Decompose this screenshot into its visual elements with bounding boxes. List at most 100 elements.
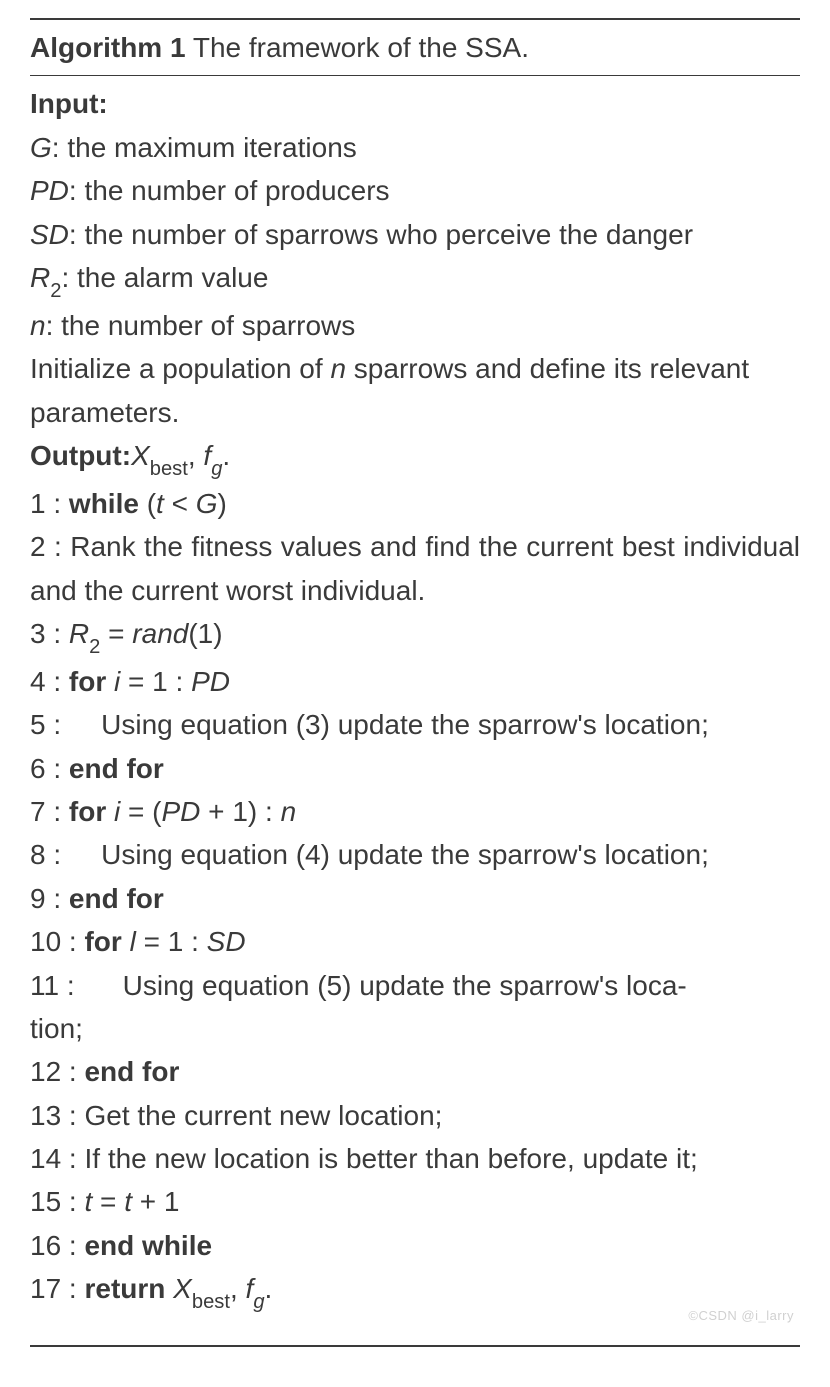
var-n: n bbox=[281, 796, 297, 827]
var-G: G bbox=[196, 488, 218, 519]
output-heading: Output: bbox=[30, 440, 131, 471]
kw-for: for bbox=[69, 666, 106, 697]
param-R2: R2: the alarm value bbox=[30, 256, 800, 304]
var-R: R bbox=[69, 618, 89, 649]
init-text-c: parameters. bbox=[30, 397, 179, 428]
sp bbox=[106, 796, 114, 827]
step-num: 5 : bbox=[30, 709, 61, 740]
step-num: 4 : bbox=[30, 666, 69, 697]
param-sym: n bbox=[30, 310, 46, 341]
step-16: 16 : end while bbox=[30, 1224, 800, 1267]
kw-endfor: end for bbox=[69, 883, 164, 914]
output-line: Output:Xbest, fg. bbox=[30, 434, 800, 482]
step-4: 4 : for i = 1 : PD bbox=[30, 660, 800, 703]
period: . bbox=[265, 1273, 273, 1304]
var-PD: PD bbox=[162, 796, 201, 827]
step-13: 13 : Get the current new location; bbox=[30, 1094, 800, 1137]
output-period: . bbox=[222, 440, 230, 471]
algorithm-block: Algorithm 1 The framework of the SSA. In… bbox=[0, 0, 830, 1387]
op-eq: = 1 : bbox=[136, 926, 207, 957]
param-G: G: the maximum iterations bbox=[30, 126, 800, 169]
paren-close: ) bbox=[218, 488, 227, 519]
var-t: t bbox=[156, 488, 164, 519]
step-11b: tion; bbox=[30, 1007, 800, 1050]
step-num: 9 : bbox=[30, 883, 69, 914]
param-desc: : the alarm value bbox=[61, 262, 268, 293]
param-desc: : the maximum iterations bbox=[52, 132, 357, 163]
op-eq: = ( bbox=[120, 796, 161, 827]
step-num: 17 : bbox=[30, 1273, 84, 1304]
op-lt: < bbox=[164, 488, 196, 519]
step-num: 8 : bbox=[30, 839, 61, 870]
param-desc: : the number of sparrows bbox=[46, 310, 356, 341]
step-14: 14 : If the new location is better than … bbox=[30, 1137, 800, 1180]
output-sep: , bbox=[188, 440, 204, 471]
sub-best: best bbox=[192, 1291, 230, 1313]
step-num: 3 : bbox=[30, 618, 69, 649]
step-7: 7 : for i = (PD + 1) : n bbox=[30, 790, 800, 833]
init-text-b: sparrows and define its relevant bbox=[346, 353, 749, 384]
step-3: 3 : R2 = rand(1) bbox=[30, 612, 800, 660]
paren-open: ( bbox=[139, 488, 156, 519]
top-rule bbox=[30, 18, 800, 20]
param-sub: 2 bbox=[50, 280, 61, 302]
init-line-2: parameters. bbox=[30, 391, 800, 434]
init-text-a: Initialize a population of bbox=[30, 353, 330, 384]
op-plus: + 1) : bbox=[200, 796, 280, 827]
algorithm-title-line: Algorithm 1 The framework of the SSA. bbox=[30, 26, 800, 76]
step-8: 8 :Using equation (4) update the sparrow… bbox=[30, 833, 800, 876]
output-xsub: best bbox=[150, 458, 188, 480]
algorithm-label: Algorithm 1 bbox=[30, 32, 186, 63]
param-desc: : the number of sparrows who perceive th… bbox=[69, 219, 693, 250]
step-8-text: Using equation (4) update the sparrow's … bbox=[61, 839, 709, 870]
var-PD: PD bbox=[191, 666, 230, 697]
kw-return: return bbox=[84, 1273, 173, 1304]
step-num: 6 : bbox=[30, 753, 69, 784]
step-10: 10 : for l = 1 : SD bbox=[30, 920, 800, 963]
op-eq: = bbox=[100, 618, 132, 649]
param-sym: R bbox=[30, 262, 50, 293]
op-eq: = bbox=[92, 1186, 124, 1217]
param-sym: PD bbox=[30, 175, 69, 206]
input-heading: Input: bbox=[30, 82, 800, 125]
param-PD: PD: the number of producers bbox=[30, 169, 800, 212]
sep: , bbox=[230, 1273, 246, 1304]
sp bbox=[106, 666, 114, 697]
step-9: 9 : end for bbox=[30, 877, 800, 920]
step-11-text: Using equation (5) update the sparrow's … bbox=[75, 970, 687, 1001]
step-12: 12 : end for bbox=[30, 1050, 800, 1093]
watermark-text: ©CSDN @i_larry bbox=[688, 1308, 794, 1323]
step-num: 15 : bbox=[30, 1186, 84, 1217]
var-SD: SD bbox=[207, 926, 246, 957]
algorithm-desc-text: The framework of the SSA. bbox=[193, 32, 529, 63]
kw-endfor: end for bbox=[69, 753, 164, 784]
param-sym: SD bbox=[30, 219, 69, 250]
step-5: 5 :Using equation (3) update the sparrow… bbox=[30, 703, 800, 746]
step-15: 15 : t = t + 1 bbox=[30, 1180, 800, 1223]
output-x: X bbox=[131, 440, 150, 471]
step-num: 11 : bbox=[30, 970, 75, 1001]
kw-for: for bbox=[69, 796, 106, 827]
param-SD: SD: the number of sparrows who perceive … bbox=[30, 213, 800, 256]
kw-endfor: end for bbox=[84, 1056, 179, 1087]
step-5-text: Using equation (3) update the sparrow's … bbox=[61, 709, 709, 740]
step-num: 12 : bbox=[30, 1056, 84, 1087]
fn-rand: rand bbox=[132, 618, 188, 649]
step-1: 1 : while (t < G) bbox=[30, 482, 800, 525]
param-n: n: the number of sparrows bbox=[30, 304, 800, 347]
op-plus: + 1 bbox=[132, 1186, 179, 1217]
step-6: 6 : end for bbox=[30, 747, 800, 790]
step-num: 10 : bbox=[30, 926, 84, 957]
bottom-rule bbox=[30, 1345, 800, 1347]
step-num: 1 : bbox=[30, 488, 69, 519]
param-desc: : the number of producers bbox=[69, 175, 390, 206]
output-fsub: g bbox=[211, 458, 222, 480]
kw-for: for bbox=[84, 926, 121, 957]
step-2: 2 : Rank the fitness values and find the… bbox=[30, 525, 800, 612]
sub-2: 2 bbox=[89, 636, 100, 658]
input-heading-text: Input: bbox=[30, 88, 108, 119]
init-sym: n bbox=[330, 353, 346, 384]
step-num: 16 : bbox=[30, 1230, 84, 1261]
step-11a: 11 :Using equation (5) update the sparro… bbox=[30, 964, 800, 1007]
step-num: 7 : bbox=[30, 796, 69, 827]
